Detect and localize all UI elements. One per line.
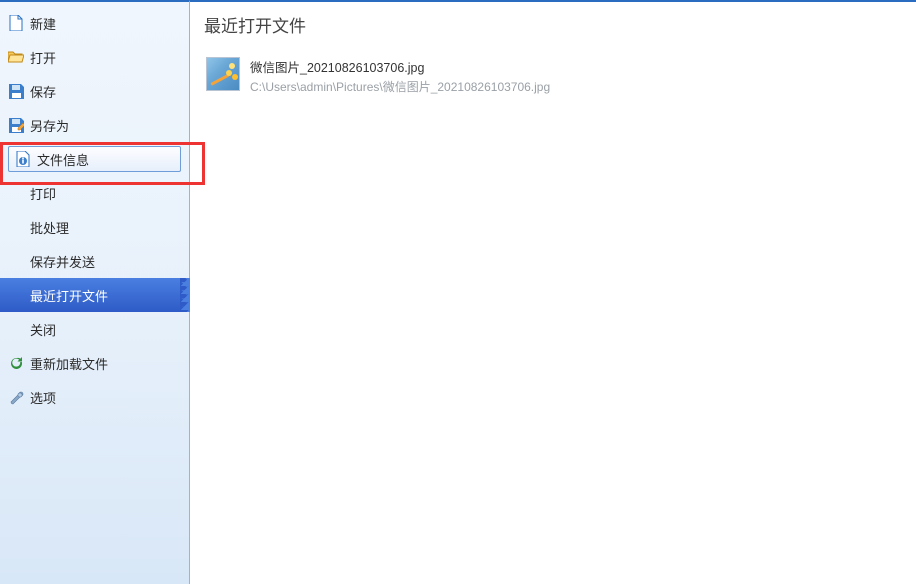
menu-label: 重新加载文件 [30, 354, 181, 373]
menu-label: 最近打开文件 [30, 286, 181, 305]
reload-icon [8, 355, 24, 371]
main-panel: 最近打开文件 微信图片_20210826103706.jpg C:\Users\… [190, 0, 916, 584]
menu-label: 文件信息 [37, 150, 174, 169]
menu-label: 打开 [30, 48, 181, 67]
menu-options[interactable]: 选项 [0, 380, 189, 414]
blank-icon [8, 219, 24, 235]
menu-label: 新建 [30, 14, 181, 33]
menu-label: 关闭 [30, 320, 181, 339]
blank-icon [8, 321, 24, 337]
menu-new[interactable]: 新建 [0, 6, 189, 40]
options-icon [8, 389, 24, 405]
menu-label: 打印 [30, 184, 181, 203]
recent-file-name: 微信图片_20210826103706.jpg [250, 57, 550, 76]
file-info-icon [15, 151, 31, 167]
blank-icon [8, 287, 24, 303]
menu-fileinfo[interactable]: 文件信息 [0, 142, 189, 176]
image-thumbnail-icon [206, 57, 240, 91]
menu-label: 批处理 [30, 218, 181, 237]
menu-label: 另存为 [30, 116, 181, 135]
menu-reload[interactable]: 重新加载文件 [0, 346, 189, 380]
save-icon [8, 83, 24, 99]
menu-print[interactable]: 打印 [0, 176, 189, 210]
menu-open[interactable]: 打开 [0, 40, 189, 74]
menu-savesend[interactable]: 保存并发送 [0, 244, 189, 278]
page-title: 最近打开文件 [204, 12, 902, 37]
menu-close[interactable]: 关闭 [0, 312, 189, 346]
menu-recent[interactable]: 最近打开文件 [0, 278, 189, 312]
file-new-icon [8, 15, 24, 31]
menu-label: 保存并发送 [30, 252, 181, 271]
sidebar: 新建 打开 保存 另存为 文件信息 打印 批处理 [0, 0, 190, 584]
blank-icon [8, 253, 24, 269]
menu-label: 保存 [30, 82, 181, 101]
recent-file-item[interactable]: 微信图片_20210826103706.jpg C:\Users\admin\P… [204, 53, 902, 99]
menu-label: 选项 [30, 388, 181, 407]
save-as-icon [8, 117, 24, 133]
blank-icon [8, 185, 24, 201]
menu-saveas[interactable]: 另存为 [0, 108, 189, 142]
recent-file-path: C:\Users\admin\Pictures\微信图片_20210826103… [250, 78, 550, 95]
recent-file-text: 微信图片_20210826103706.jpg C:\Users\admin\P… [250, 57, 550, 95]
menu-save[interactable]: 保存 [0, 74, 189, 108]
folder-open-icon [8, 49, 24, 65]
menu-batch[interactable]: 批处理 [0, 210, 189, 244]
